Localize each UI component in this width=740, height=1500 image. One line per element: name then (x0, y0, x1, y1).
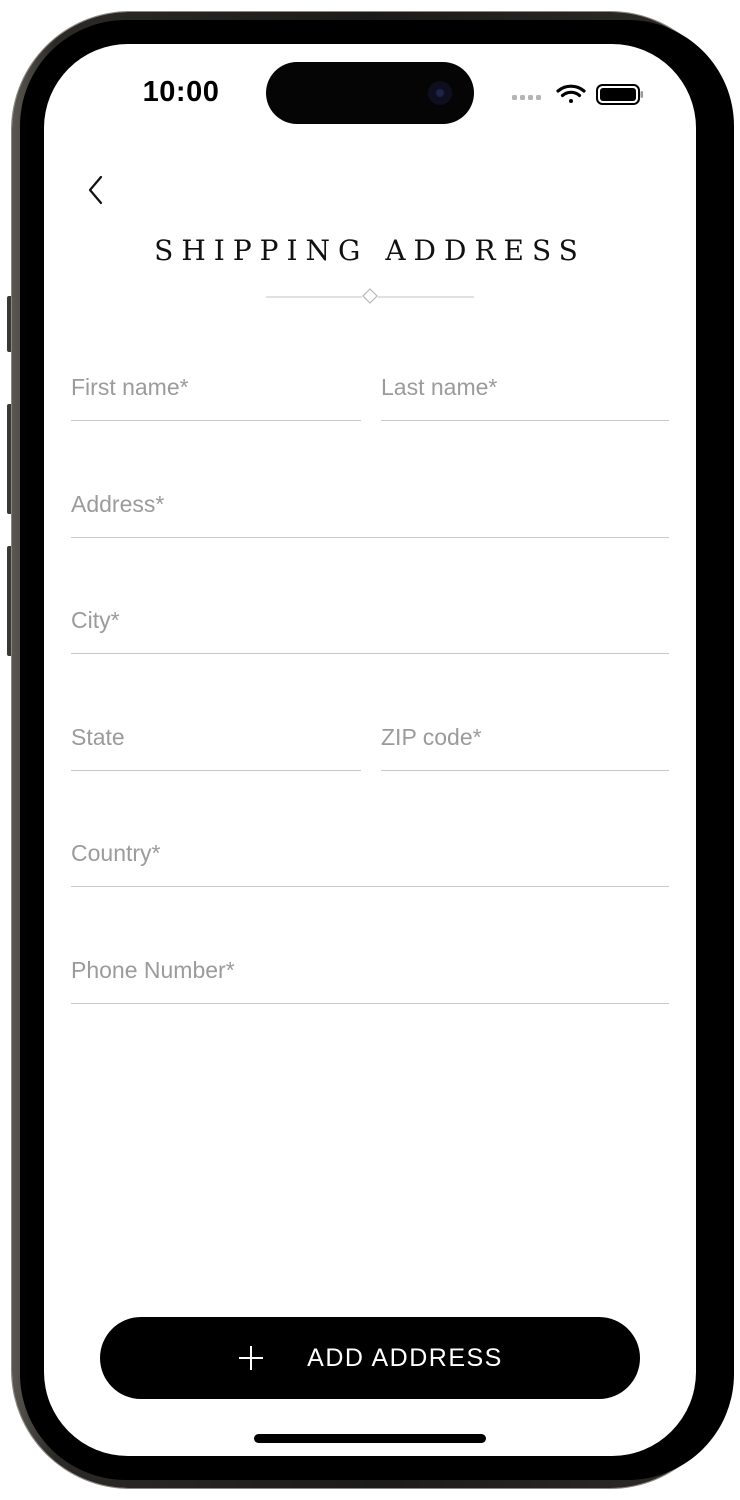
state-field (71, 706, 361, 771)
first-name-input[interactable] (71, 370, 361, 404)
state-input[interactable] (71, 720, 361, 754)
city-input[interactable] (71, 603, 669, 637)
plus-icon (237, 1344, 265, 1372)
add-address-label: ADD ADDRESS (307, 1343, 503, 1372)
last-name-field (381, 356, 669, 421)
zip-code-input[interactable] (381, 720, 669, 754)
country-field (71, 822, 669, 887)
home-indicator[interactable] (254, 1434, 486, 1443)
ornament-divider (266, 288, 474, 304)
zip-code-field (381, 706, 669, 771)
chevron-left-icon (88, 175, 103, 205)
phone-number-input[interactable] (71, 953, 669, 987)
status-time: 10:00 (142, 76, 220, 108)
country-input[interactable] (71, 836, 669, 870)
battery-icon (596, 84, 643, 105)
city-field (71, 589, 669, 654)
camera-icon (428, 81, 452, 105)
last-name-input[interactable] (381, 370, 669, 404)
address-field (71, 473, 669, 538)
cellular-dots-icon (512, 95, 541, 100)
add-address-button[interactable]: ADD ADDRESS (100, 1317, 640, 1399)
first-name-field (71, 356, 361, 421)
address-input[interactable] (71, 487, 669, 521)
dynamic-island (266, 62, 474, 124)
wifi-icon (556, 84, 586, 103)
page: 10:00 SHIPPING ADDRESS First name* Last … (0, 0, 740, 1500)
screen: 10:00 SHIPPING ADDRESS First name* Last … (44, 44, 696, 1456)
phone-number-field (71, 939, 669, 1004)
back-button[interactable] (78, 172, 114, 208)
status-icons (512, 84, 643, 105)
page-title: SHIPPING ADDRESS (154, 234, 586, 267)
